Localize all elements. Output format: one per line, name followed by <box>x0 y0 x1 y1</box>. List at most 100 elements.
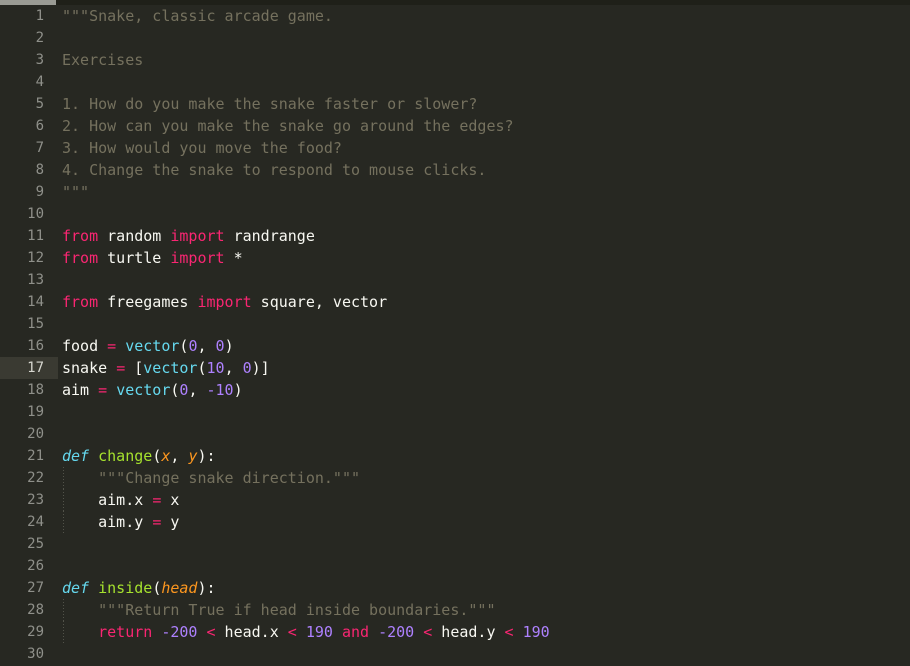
line-content: def change(x, y): <box>62 445 216 467</box>
code-token: random <box>98 227 171 245</box>
code-line[interactable]: 9 """ <box>0 181 910 203</box>
code-line[interactable]: 28 """Return True if head inside boundar… <box>0 599 910 621</box>
line-number: 21 <box>27 448 44 464</box>
code-line[interactable]: 18 aim = vector(0, -10) <box>0 379 910 401</box>
code-line[interactable]: 26 <box>0 555 910 577</box>
code-line[interactable]: 14 from freegames import square, vector <box>0 291 910 313</box>
code-line[interactable]: 20 <box>0 423 910 445</box>
code-token: )] <box>251 359 270 377</box>
line-number: 1 <box>35 8 44 24</box>
code-editor[interactable]: 1 """Snake, classic arcade game. 2 3 Exercis… <box>0 0 910 666</box>
line-number: 6 <box>35 118 44 134</box>
code-line[interactable]: 3 Exercises <box>0 49 910 71</box>
code-line[interactable]: 11 from random import randrange <box>0 225 910 247</box>
line-content: return -200 < head.x < 190 and -200 < he… <box>62 621 550 643</box>
line-content: """Return True if head inside boundaries… <box>62 599 495 621</box>
code-token: x <box>161 491 180 509</box>
line-number: 27 <box>27 580 44 596</box>
code-line[interactable]: 5 1. How do you make the snake faster or … <box>0 93 910 115</box>
code-token: [ <box>125 359 144 377</box>
code-token: vector <box>143 359 198 377</box>
line-number: 25 <box>27 536 44 552</box>
code-line[interactable]: 16 food = vector(0, 0) <box>0 335 910 357</box>
code-token: ): <box>197 447 216 465</box>
code-line[interactable]: 2 <box>0 27 910 49</box>
code-line[interactable]: 29 return -200 < head.x < 190 and -200 <… <box>0 621 910 643</box>
code-token: head.y <box>432 623 505 641</box>
code-line[interactable]: 23 aim.x = x <box>0 489 910 511</box>
line-number: 15 <box>27 316 44 332</box>
code-token: """Change snake direction.""" <box>62 469 361 487</box>
code-token: Exercises <box>62 51 144 69</box>
code-token: ): <box>197 579 216 597</box>
code-surface[interactable]: 1 """Snake, classic arcade game. 2 3 Exercis… <box>0 5 910 666</box>
code-line[interactable]: 22 """Change snake direction.""" <box>0 467 910 489</box>
code-line[interactable]: 24 aim.y = y <box>0 511 910 533</box>
line-content: from freegames import square, vector <box>62 291 387 313</box>
code-line[interactable]: 17 snake = [vector(10, 0)] <box>0 357 910 379</box>
code-line[interactable]: 8 4. Change the snake to respond to mouse… <box>0 159 910 181</box>
code-token: 3. How would you move the food? <box>62 139 342 157</box>
code-line[interactable]: 10 <box>0 203 910 225</box>
code-token: , <box>170 447 189 465</box>
code-token: change <box>98 447 153 465</box>
code-line[interactable]: 6 2. How can you make the snake go around… <box>0 115 910 137</box>
code-token: = <box>116 359 126 377</box>
code-line[interactable]: 30 <box>0 643 910 665</box>
line-number: 16 <box>27 338 44 354</box>
line-content: def inside(head): <box>62 577 216 599</box>
code-line[interactable]: 13 <box>0 269 910 291</box>
code-token: """Snake, classic arcade game. <box>62 7 333 25</box>
line-number: 8 <box>35 162 44 178</box>
line-content: from random import randrange <box>62 225 315 247</box>
code-token: """ <box>62 183 90 201</box>
line-content: 4. Change the snake to respond to mouse … <box>62 159 486 181</box>
code-token: head.x <box>215 623 288 641</box>
code-token: randrange <box>224 227 315 245</box>
code-token: = <box>107 337 117 355</box>
code-line[interactable]: 4 <box>0 71 910 93</box>
code-line[interactable]: 15 <box>0 313 910 335</box>
code-token: and <box>341 623 370 641</box>
code-line[interactable]: 1 """Snake, classic arcade game. <box>0 5 910 27</box>
line-number: 9 <box>35 184 44 200</box>
line-content: from turtle import * <box>62 247 243 269</box>
code-token: snake <box>62 359 117 377</box>
code-line[interactable]: 21 def change(x, y): <box>0 445 910 467</box>
code-token: food <box>62 337 108 355</box>
code-line[interactable]: 7 3. How would you move the food? <box>0 137 910 159</box>
line-content: 1. How do you make the snake faster or s… <box>62 93 477 115</box>
line-number: 13 <box>27 272 44 288</box>
code-line[interactable]: 12 from turtle import * <box>0 247 910 269</box>
code-token: -10 <box>206 381 234 399</box>
code-line[interactable]: 25 <box>0 533 910 555</box>
code-token: aim <box>62 381 99 399</box>
code-token: 0 <box>215 337 225 355</box>
code-token: = <box>152 491 162 509</box>
line-content: 3. How would you move the food? <box>62 137 342 159</box>
code-token: 190 <box>305 623 333 641</box>
code-token: < <box>287 623 297 641</box>
line-number: 18 <box>27 382 44 398</box>
code-token: , <box>224 359 243 377</box>
code-token: < <box>206 623 216 641</box>
code-token: ( <box>197 359 207 377</box>
code-token: aim.x <box>62 491 153 509</box>
code-token: < <box>423 623 433 641</box>
line-content: aim.x = x <box>62 489 179 511</box>
code-line[interactable]: 19 <box>0 401 910 423</box>
code-token: 2. How can you make the snake go around … <box>62 117 514 135</box>
code-line[interactable]: 27 def inside(head): <box>0 577 910 599</box>
line-content: aim.y = y <box>62 511 179 533</box>
line-content: 2. How can you make the snake go around … <box>62 115 514 137</box>
code-token: import <box>170 249 225 267</box>
line-content: food = vector(0, 0) <box>62 335 234 357</box>
line-content: snake = [vector(10, 0)] <box>62 357 270 379</box>
code-token: 4. Change the snake to respond to mouse … <box>62 161 487 179</box>
